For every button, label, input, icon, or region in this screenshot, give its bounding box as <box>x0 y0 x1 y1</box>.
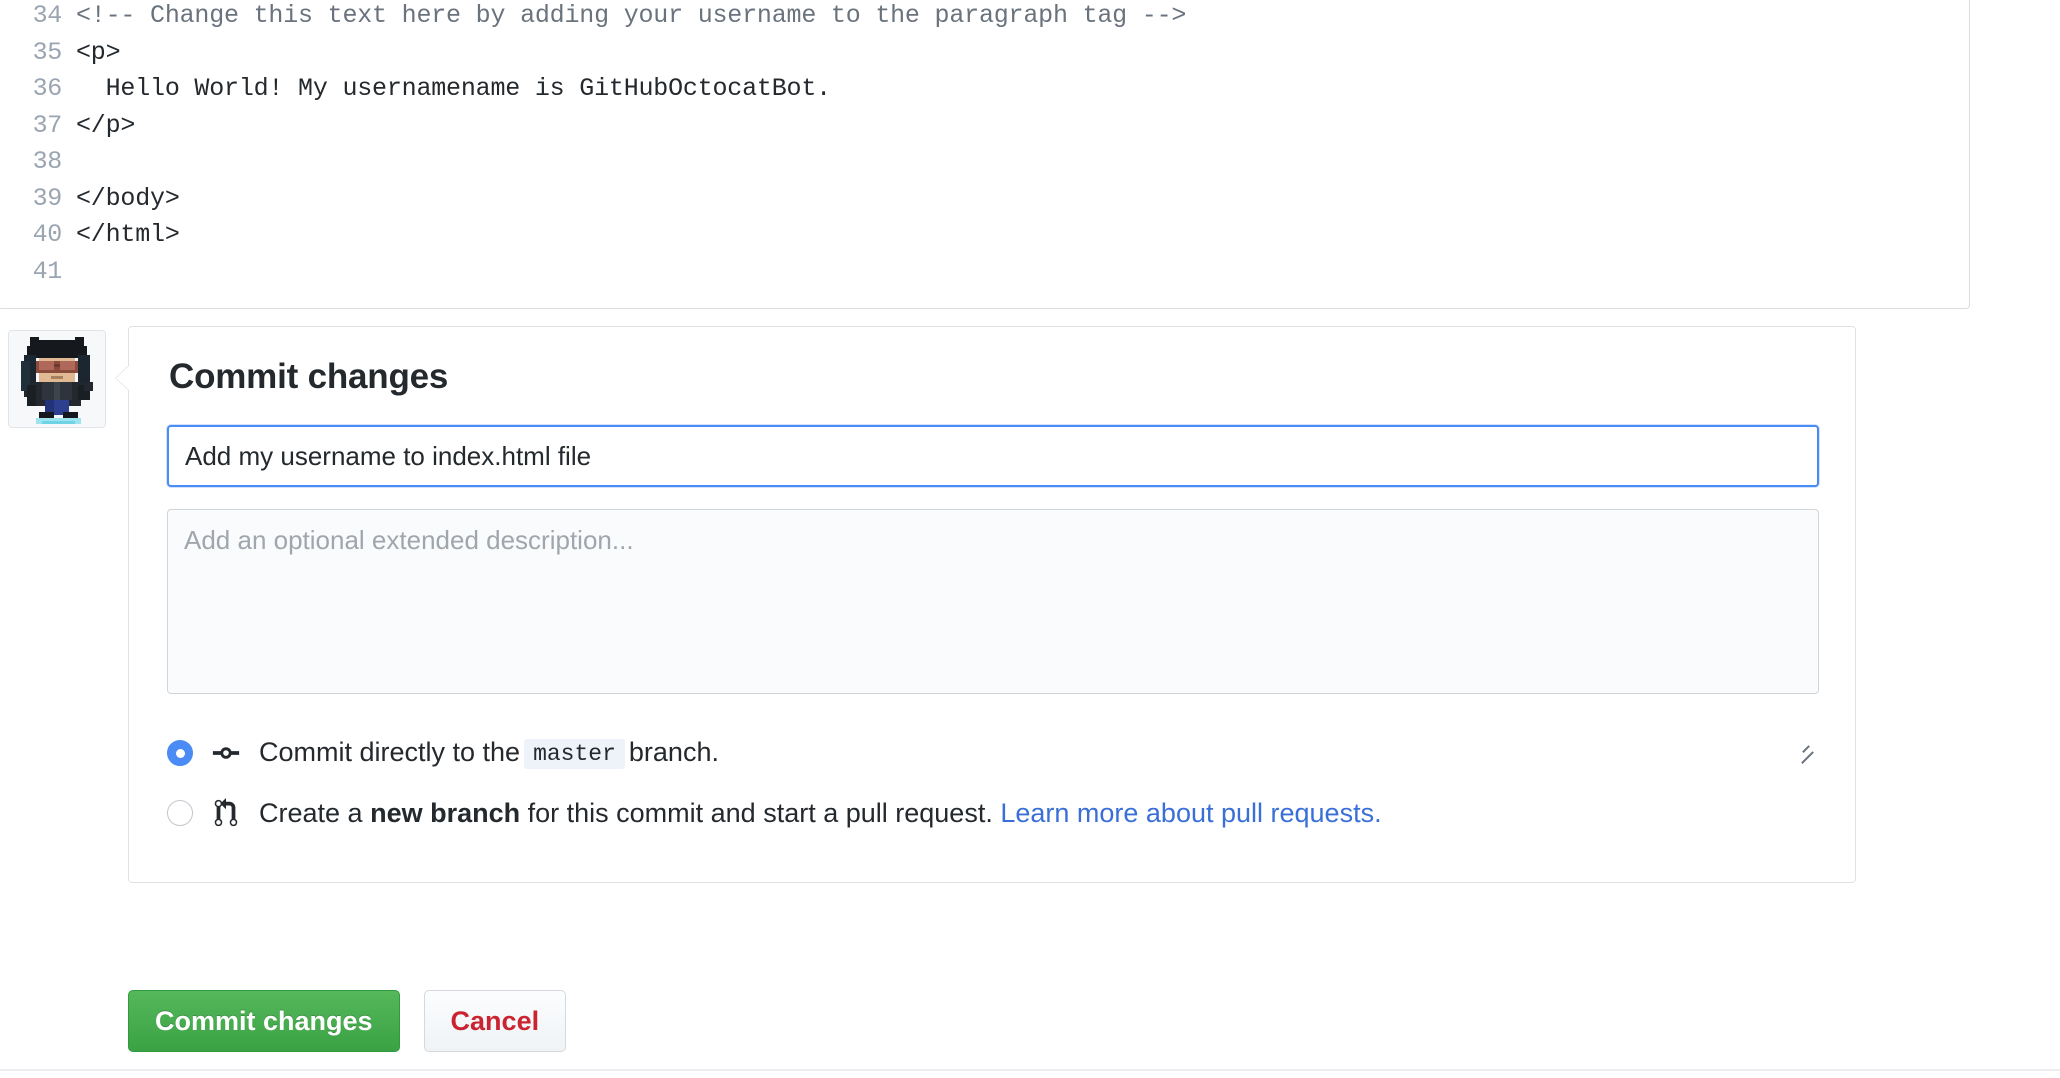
form-actions: Commit changes Cancel <box>128 990 567 1052</box>
code-line[interactable]: 38 <box>0 144 1969 181</box>
git-commit-icon <box>211 738 241 768</box>
option-commit-directly-label: Commit directly to the master branch. <box>259 737 719 769</box>
code-line-text: Hello World! My usernamename is GitHubOc… <box>76 74 832 103</box>
page-title: Commit changes <box>169 357 449 396</box>
option-commit-directly[interactable]: Commit directly to the master branch. <box>167 728 1817 778</box>
code-line-text: </body> <box>76 183 180 213</box>
bottom-divider <box>0 1069 2060 1071</box>
option2-text-before: Create a <box>259 797 363 828</box>
code-line[interactable]: 35 <p> <box>0 35 1969 72</box>
commit-summary-input[interactable] <box>167 425 1819 487</box>
code-editor-panel: 34 <!-- Change this text here by adding y… <box>0 0 1970 309</box>
line-number: 37 <box>32 110 63 140</box>
branch-badge: master <box>524 739 625 769</box>
avatar <box>8 330 106 428</box>
option2-emphasis: new branch <box>370 797 521 828</box>
code-line[interactable]: 41 <box>0 254 1969 291</box>
code-line[interactable]: 37 </p> <box>0 108 1969 145</box>
line-number: 35 <box>32 37 63 67</box>
commit-card: Commit changes Commit directly to themas… <box>115 326 1856 883</box>
option-text-after: branch. <box>628 737 719 767</box>
line-number: 40 <box>32 220 63 249</box>
commit-description-textarea[interactable] <box>167 509 1819 694</box>
line-number: 38 <box>32 147 63 176</box>
radio-create-new-branch[interactable] <box>167 800 193 826</box>
code-line[interactable]: 39 </body> <box>0 181 1969 218</box>
option2-text-after: for this commit and start a pull request… <box>527 797 993 828</box>
code-line-text: </html> <box>76 220 180 249</box>
option-text-before: Commit directly to the <box>259 737 521 767</box>
commit-changes-button[interactable]: Commit changes <box>128 990 400 1052</box>
code-line[interactable]: 36 Hello World! My usernamename is GitHu… <box>0 71 1969 108</box>
line-number: 41 <box>32 256 63 286</box>
code-line-text: <!-- Change this text here by adding you… <box>76 1 1187 30</box>
cancel-button[interactable]: Cancel <box>423 990 567 1052</box>
avatar-image <box>9 331 105 427</box>
line-number: 34 <box>32 1 63 30</box>
option-create-new-branch-label: Create a new branch for this commit and … <box>259 798 1382 829</box>
code-line[interactable]: 34 <!-- Change this text here by adding y… <box>0 0 1969 35</box>
code-line-text: </p> <box>76 110 136 140</box>
code-line-text: <p> <box>76 37 121 67</box>
git-pull-request-icon <box>211 798 241 828</box>
code-line-list: 34 <!-- Change this text here by adding y… <box>0 0 1969 290</box>
commit-changes-page: 34 <!-- Change this text here by adding y… <box>0 0 2060 1078</box>
bubble-arrow-fill-icon <box>116 365 130 391</box>
radio-commit-directly[interactable] <box>167 740 193 766</box>
line-number: 39 <box>32 183 63 213</box>
option-create-new-branch[interactable]: Create a new branch for this commit and … <box>167 788 1817 838</box>
line-number: 36 <box>32 74 63 103</box>
learn-more-pull-requests-link[interactable]: Learn more about pull requests. <box>1000 798 1381 828</box>
commit-target-options: Commit directly to the master branch. Crea… <box>167 728 1817 838</box>
code-line[interactable]: 40 </html> <box>0 217 1969 254</box>
